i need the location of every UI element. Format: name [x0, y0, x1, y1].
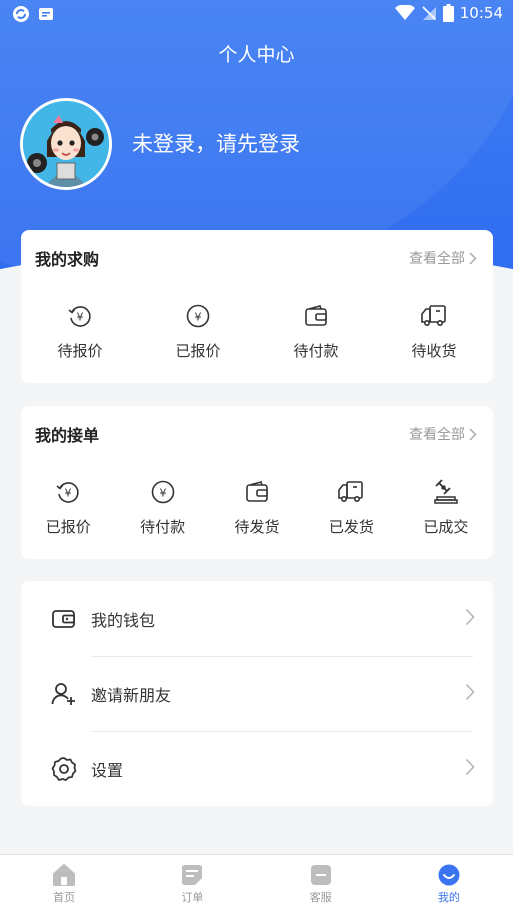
home-icon	[53, 864, 76, 886]
gavel-icon	[434, 479, 458, 504]
orders-card-title: 我的接单	[35, 426, 100, 445]
yuan-refresh-icon: ¥	[68, 306, 91, 327]
yuan-refresh-icon: ¥	[56, 482, 79, 503]
purchase-item-pending-payment[interactable]: 待付款	[257, 302, 375, 361]
menu-label: 设置	[91, 761, 124, 780]
wallet-icon	[52, 610, 75, 628]
gear-icon	[51, 757, 77, 781]
status-bar: 10:54	[0, 0, 513, 30]
truck-icon	[421, 305, 446, 326]
orders-item-completed[interactable]: 已成交	[399, 478, 493, 537]
wallet-icon	[305, 305, 327, 326]
menu-label: 邀请新朋友	[91, 686, 172, 705]
item-label: 待报价	[57, 342, 103, 360]
svg-text:¥: ¥	[195, 311, 202, 324]
tab-profile[interactable]: 我的	[385, 855, 513, 912]
avatar[interactable]	[20, 98, 112, 190]
yuan-circle-icon: ¥	[186, 304, 210, 328]
sync-app-icon	[13, 6, 29, 22]
profile-icon	[438, 864, 460, 886]
menu-wallet[interactable]: 我的钱包	[21, 581, 493, 656]
item-label: 已报价	[45, 518, 91, 536]
item-label: 待付款	[140, 518, 186, 536]
item-label: 已成交	[423, 518, 469, 536]
chevron-right-icon	[465, 758, 475, 776]
tab-label: 订单	[181, 891, 204, 904]
purchase-card-title: 我的求购	[35, 250, 100, 269]
item-label: 已发货	[328, 518, 374, 536]
notification-app-icon	[39, 8, 53, 20]
menu-settings[interactable]: 设置	[21, 731, 493, 806]
truck-icon	[338, 481, 364, 502]
menu-invite-friends[interactable]: 邀请新朋友	[21, 656, 493, 731]
svg-text:¥: ¥	[159, 487, 166, 500]
tab-label: 客服	[309, 891, 332, 904]
orders-item-quoted[interactable]: ¥ 已报价	[21, 478, 115, 537]
item-label: 待发货	[234, 518, 280, 536]
bottom-tab-bar: 首页 订单 客服 我的	[0, 854, 513, 912]
view-all-label: 查看全部	[409, 251, 465, 267]
svg-text:¥: ¥	[65, 487, 72, 500]
chevron-right-icon	[465, 683, 475, 701]
tab-orders[interactable]: 订单	[128, 855, 256, 912]
add-user-icon	[51, 683, 75, 705]
purchase-item-pending-quote[interactable]: ¥ 待报价	[21, 302, 139, 361]
chevron-right-icon	[465, 608, 475, 626]
orders-item-pending-payment[interactable]: ¥ 待付款	[115, 478, 209, 537]
wallet-icon	[246, 481, 268, 502]
tab-home[interactable]: 首页	[0, 855, 128, 912]
no-signal-icon	[422, 6, 436, 20]
login-prompt[interactable]: 未登录，请先登录	[132, 128, 300, 158]
purchase-card: 我的求购 查看全部 ¥ 待报价 ¥ 已报价 待付款 待收货	[21, 230, 493, 383]
menu-label: 我的钱包	[91, 611, 156, 630]
battery-icon	[442, 4, 454, 22]
orders-view-all-link[interactable]: 查看全部	[409, 424, 477, 444]
purchase-item-pending-receipt[interactable]: 待收货	[375, 302, 493, 361]
orders-icon	[182, 865, 203, 885]
svg-text:¥: ¥	[77, 311, 84, 324]
avatar-illustration	[23, 101, 109, 187]
tab-label: 我的	[437, 891, 460, 904]
item-label: 待收货	[411, 342, 457, 360]
chevron-right-icon	[469, 251, 477, 265]
tab-service[interactable]: 客服	[257, 855, 385, 912]
wifi-icon	[394, 5, 415, 20]
service-icon	[310, 865, 331, 885]
chevron-right-icon	[469, 427, 477, 441]
orders-item-pending-shipment[interactable]: 待发货	[210, 478, 304, 537]
view-all-label: 查看全部	[409, 427, 465, 443]
purchase-view-all-link[interactable]: 查看全部	[409, 248, 477, 268]
menu-card: 我的钱包 邀请新朋友 设置	[21, 581, 493, 806]
purchase-item-quoted[interactable]: ¥ 已报价	[139, 302, 257, 361]
item-label: 待付款	[293, 342, 339, 360]
orders-card: 我的接单 查看全部 ¥ 已报价 ¥ 待付款 待发货 已发货 已成交	[21, 406, 493, 559]
page-title: 个人中心	[218, 44, 295, 66]
item-label: 已报价	[175, 342, 221, 360]
orders-item-shipped[interactable]: 已发货	[304, 478, 398, 537]
yuan-circle-icon: ¥	[151, 480, 174, 504]
tab-label: 首页	[53, 891, 76, 904]
status-time: 10:54	[459, 4, 503, 22]
